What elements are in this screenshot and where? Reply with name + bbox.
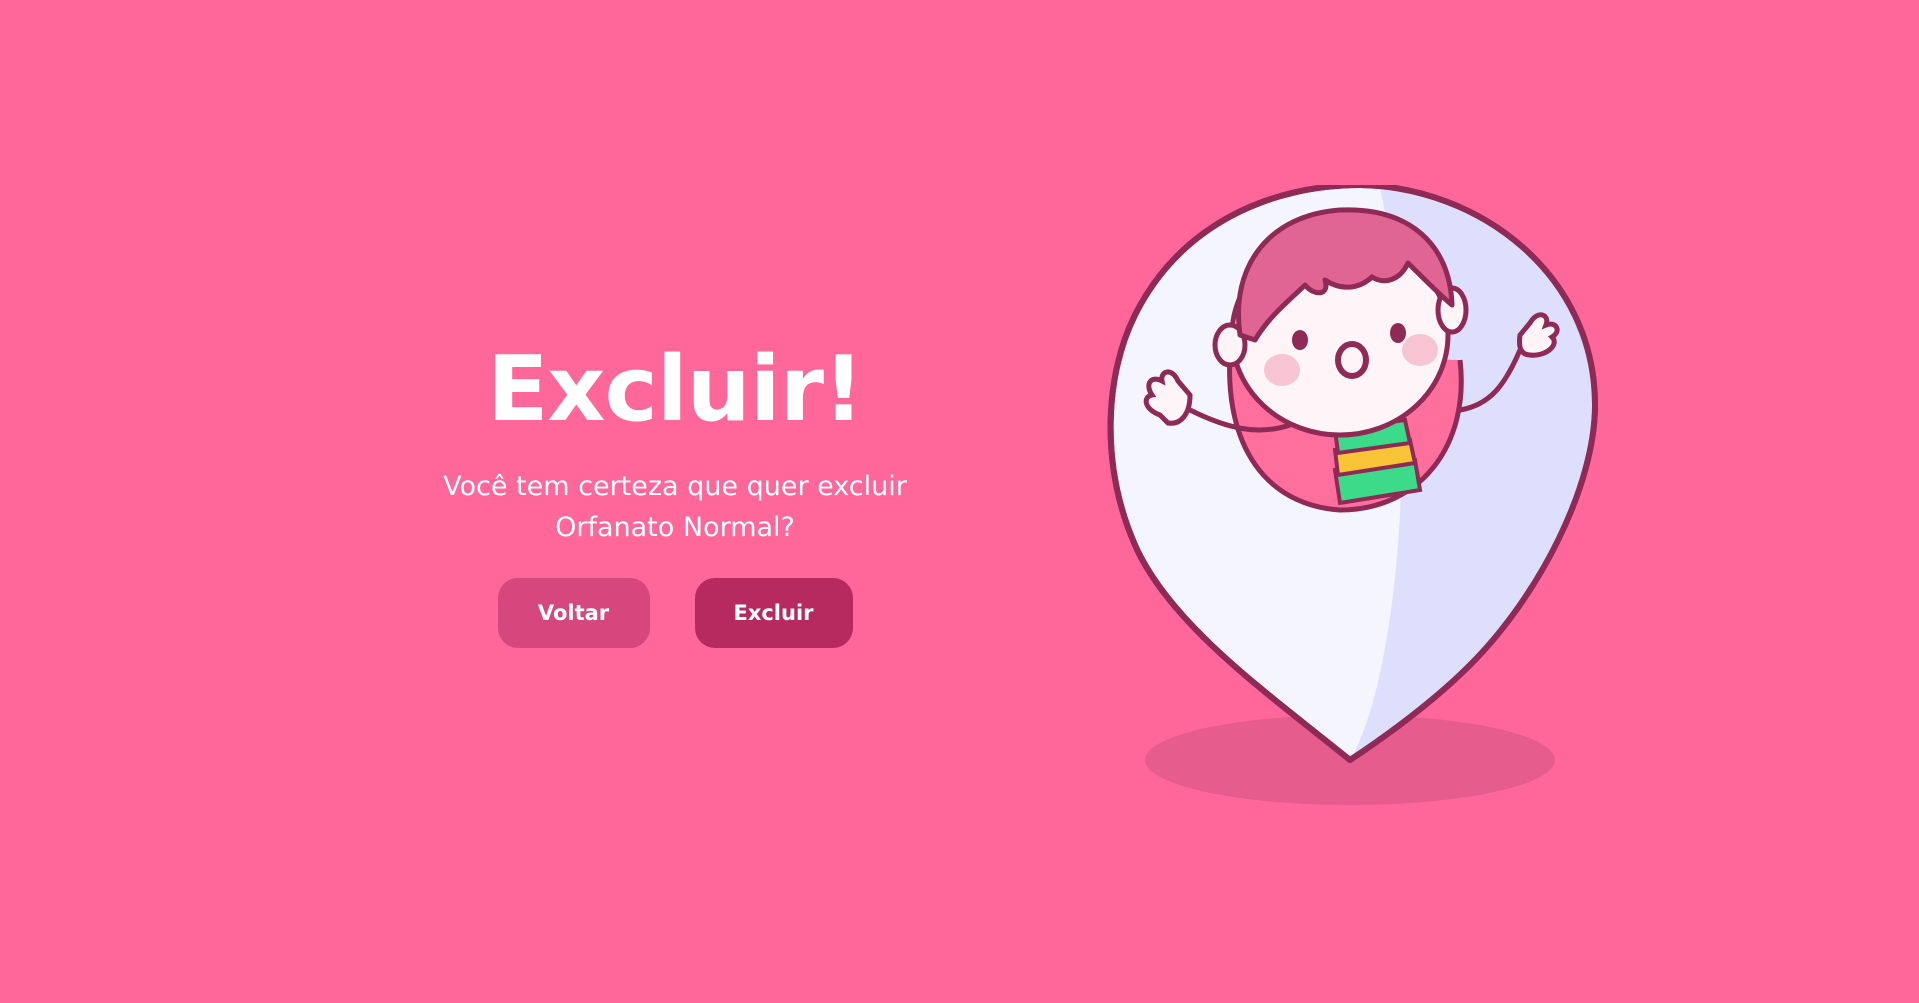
action-buttons: Voltar Excluir — [400, 578, 950, 648]
delete-button[interactable]: Excluir — [694, 578, 853, 648]
map-pin-child-icon — [1107, 185, 1598, 805]
back-button[interactable]: Voltar — [497, 578, 650, 648]
confirmation-content: Excluir! Você tem certeza que quer exclu… — [400, 340, 950, 648]
confirmation-message: Você tem certeza que quer excluir Orfana… — [443, 471, 907, 543]
page-title: Excluir! — [486, 337, 864, 442]
